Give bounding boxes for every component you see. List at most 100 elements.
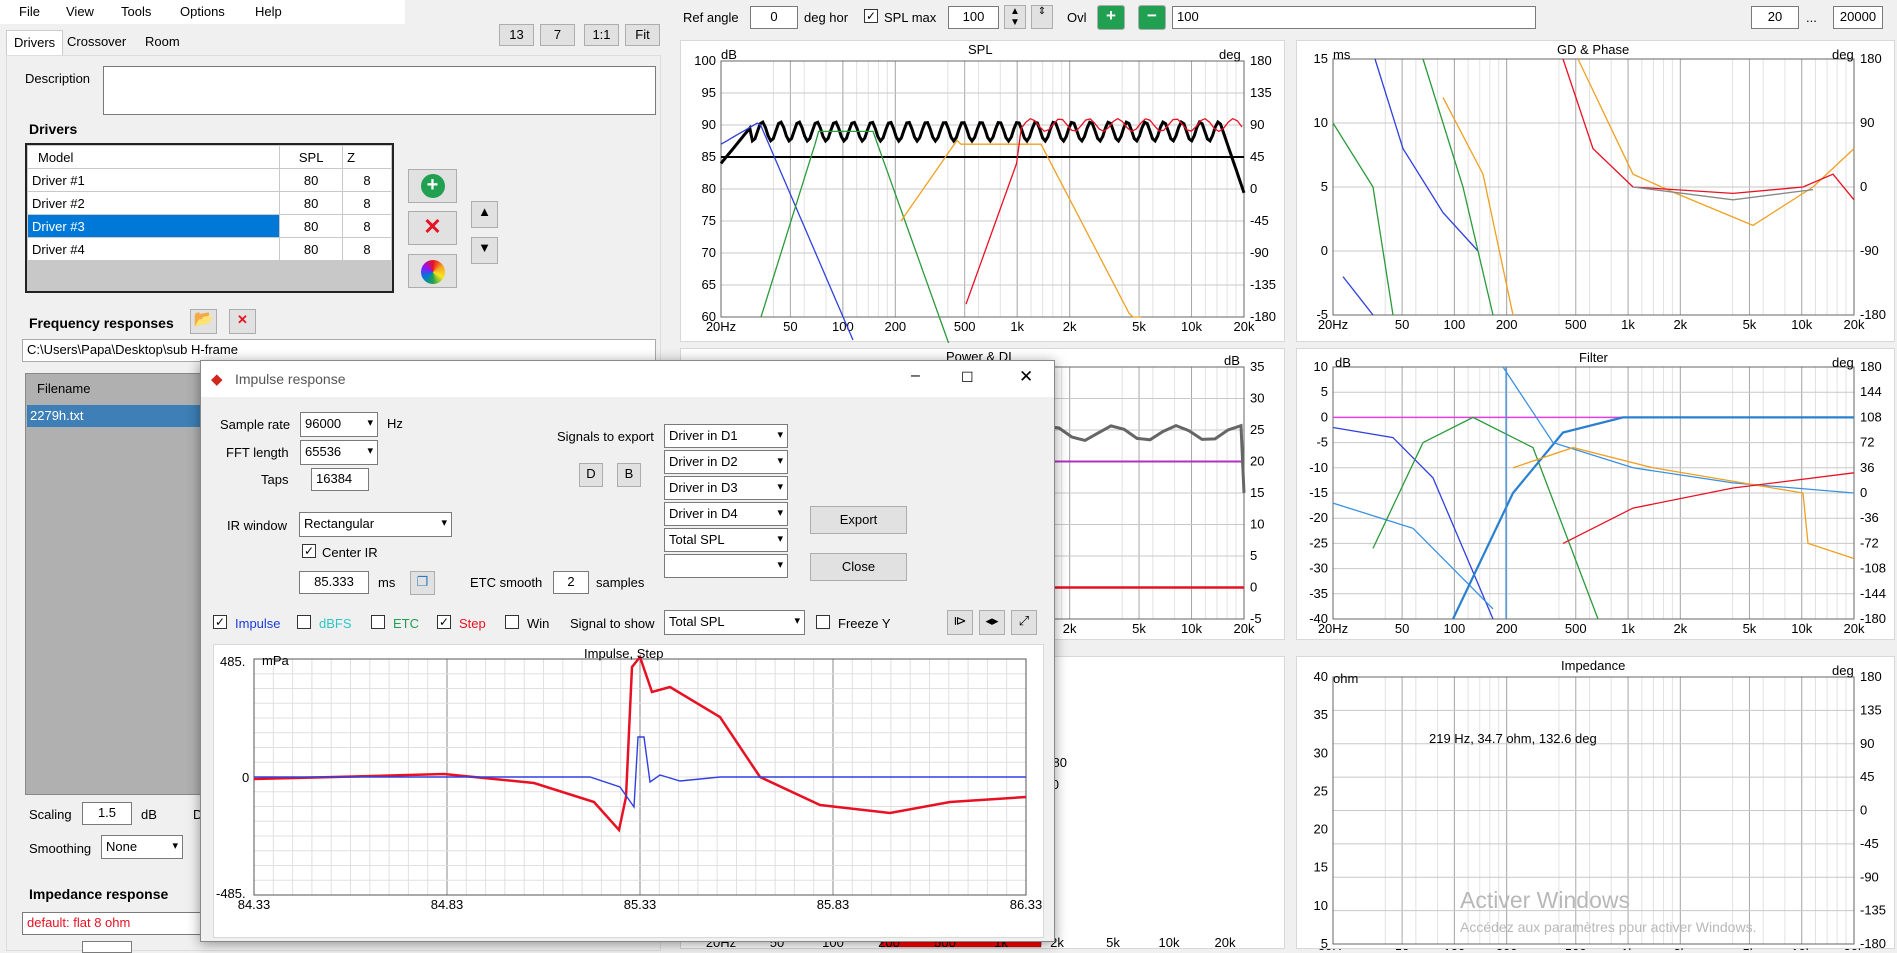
fit-button[interactable]: Fit xyxy=(625,24,660,46)
impulse-y-max: 485. xyxy=(220,654,246,669)
remove-driver-button[interactable]: ✕ xyxy=(408,211,457,245)
freq-min-field[interactable]: 20 xyxy=(1751,6,1799,29)
gd-phase-plot[interactable]: 20Hz 50 100 200 500 1k 2k 5k 10k 20k 15 10 5 0 -5 180 90… xyxy=(1296,40,1895,342)
x-tick-label: 20k xyxy=(1215,935,1236,950)
driver-spl[interactable]: 80 xyxy=(279,214,344,238)
ovl-remove-button[interactable]: − xyxy=(1138,5,1166,30)
file-list[interactable] xyxy=(25,373,205,795)
driver-row[interactable]: Driver #2 80 8 xyxy=(26,191,392,215)
file-row-selected[interactable]: 2279h.txt xyxy=(27,405,202,427)
driver-model[interactable]: Driver #1 xyxy=(26,168,281,192)
menu-options[interactable]: Options xyxy=(180,4,225,19)
menu-help[interactable]: Help xyxy=(255,4,282,19)
ir-window-select[interactable]: Rectangular xyxy=(299,512,452,537)
driver-row-selected[interactable]: Driver #3 80 8 xyxy=(26,214,392,238)
freq-max-field[interactable]: 20000 xyxy=(1833,6,1883,29)
export-button[interactable]: Export xyxy=(810,506,907,534)
impulse-plot[interactable]: 84.33 84.83 85.33 85.83 86.33 Impulse, Step … xyxy=(213,644,1044,938)
b-button[interactable]: B xyxy=(617,463,641,487)
minimize-icon[interactable]: – xyxy=(911,367,920,385)
signal-show-select[interactable]: Total SPL xyxy=(664,610,805,635)
driver-spl[interactable]: 80 xyxy=(279,168,344,192)
ref-angle-field[interactable]: 0 xyxy=(750,6,798,29)
dbfs-checkbox[interactable] xyxy=(297,615,311,629)
close-button[interactable]: Close xyxy=(810,553,907,581)
spl-max-checkbox[interactable]: ✓ xyxy=(864,9,878,23)
smoothing-select[interactable]: None xyxy=(101,835,183,859)
y-right-tick-label: 108 xyxy=(1860,409,1882,424)
etc-checkbox[interactable] xyxy=(371,615,385,629)
col-spl[interactable]: SPL xyxy=(279,145,344,169)
driver-row[interactable]: Driver #1 80 8 xyxy=(26,168,392,192)
col-z[interactable]: Z xyxy=(342,145,392,169)
etc-smooth-field[interactable]: 2 xyxy=(553,571,589,594)
driver-z[interactable]: 8 xyxy=(342,237,392,261)
menu-file[interactable]: File xyxy=(19,4,40,19)
scaling-field[interactable]: 1.5 xyxy=(82,802,132,825)
y-right-tick-label: 90 xyxy=(1860,736,1874,751)
impedance-scaling-field[interactable] xyxy=(82,941,132,953)
zoom-13-button[interactable]: 13 xyxy=(499,24,534,46)
driver-model[interactable]: Driver #4 xyxy=(26,237,281,261)
move-up-button[interactable]: ▲ xyxy=(471,201,498,228)
ovl-add-button[interactable]: + xyxy=(1097,5,1125,30)
y-right-tick-label: -5 xyxy=(1250,611,1262,626)
zoom-7-button[interactable]: 7 xyxy=(540,24,575,46)
signal-select-2[interactable]: Driver in D2 xyxy=(664,450,788,474)
sample-rate-select[interactable]: 96000 xyxy=(300,412,378,437)
col-model[interactable]: Model xyxy=(26,145,281,169)
etc-smooth-label: ETC smooth xyxy=(470,575,543,590)
fullscreen-button[interactable]: ⤢ xyxy=(1011,610,1037,635)
copy-button[interactable]: ❐ xyxy=(410,571,435,595)
driver-spl[interactable]: 80 xyxy=(279,191,344,215)
tab-crossover[interactable]: Crossover xyxy=(67,34,126,49)
impedance-file-field[interactable]: default: flat 8 ohm xyxy=(22,912,212,935)
spl-up-down-button[interactable]: ▲ ▼ xyxy=(1004,5,1026,29)
delete-response-button[interactable]: ✕ xyxy=(229,309,256,334)
tab-drivers[interactable]: Drivers xyxy=(6,30,63,55)
center-ir-checkbox[interactable]: ✓ xyxy=(302,544,316,558)
center-ms-field[interactable]: 85.333 xyxy=(299,571,369,594)
driver-model[interactable]: Driver #3 xyxy=(26,214,281,238)
driver-spl[interactable]: 80 xyxy=(279,237,344,261)
menu-tools[interactable]: Tools xyxy=(121,4,151,19)
maximize-icon[interactable]: ☐ xyxy=(961,369,974,386)
spl-plot[interactable]: 20Hz 50 100 200 500 1k 2k 5k 10k 20k 100 95 90 85 80 75… xyxy=(680,40,1285,343)
move-down-button[interactable]: ▼ xyxy=(471,237,498,264)
driver-z[interactable]: 8 xyxy=(342,214,392,238)
driver-model[interactable]: Driver #2 xyxy=(26,191,281,215)
menu-view[interactable]: View xyxy=(66,4,94,19)
expand-horizontal-button[interactable]: ◂▸ xyxy=(979,610,1005,635)
y-right-tick-label: 0 xyxy=(1860,803,1867,818)
spl-fit-button[interactable]: ⇕ xyxy=(1031,5,1053,29)
signal-select-4[interactable]: Driver in D4 xyxy=(664,502,788,526)
impulse-checkbox[interactable]: ✓ xyxy=(213,615,227,629)
ovl-field[interactable]: 100 xyxy=(1172,6,1536,29)
signal-select-1[interactable]: Driver in D1 xyxy=(664,424,788,448)
driver-z[interactable]: 8 xyxy=(342,168,392,192)
open-folder-button[interactable]: 📂 xyxy=(190,309,217,334)
close-icon[interactable]: ✕ xyxy=(1019,367,1033,387)
etc-label: ETC xyxy=(393,616,419,631)
filter-plot[interactable]: 20Hz 50 100 200 500 1k 2k 5k 10k 20k 10 5 0 -5 -10 -15-… xyxy=(1296,348,1895,640)
d-button[interactable]: D xyxy=(579,463,603,487)
goto-start-button[interactable]: ⧐ xyxy=(947,610,973,635)
freeze-y-checkbox[interactable] xyxy=(816,615,830,629)
impedance-plot[interactable]: 20Hz501002005001k2k5k10k20k4035302520151… xyxy=(1296,656,1895,950)
signal-select-6[interactable] xyxy=(664,554,788,578)
tab-room[interactable]: Room xyxy=(145,34,180,49)
win-checkbox[interactable] xyxy=(505,615,519,629)
driver-z[interactable]: 8 xyxy=(342,191,392,215)
signal-select-5[interactable]: Total SPL xyxy=(664,528,788,552)
driver-row[interactable]: Driver #4 80 8 xyxy=(26,237,392,261)
zoom-1to1-button[interactable]: 1:1 xyxy=(584,24,619,46)
driver-color-button[interactable] xyxy=(408,254,457,288)
response-path-field[interactable]: C:\Users\Papa\Desktop\sub H-frame xyxy=(22,339,656,362)
spl-max-field[interactable]: 100 xyxy=(948,6,999,29)
description-field[interactable] xyxy=(103,66,656,115)
signal-select-3[interactable]: Driver in D3 xyxy=(664,476,788,500)
step-checkbox[interactable]: ✓ xyxy=(437,615,451,629)
fft-length-select[interactable]: 65536 xyxy=(300,440,378,465)
add-driver-button[interactable]: + xyxy=(408,169,457,203)
taps-field[interactable]: 16384 xyxy=(311,468,369,491)
